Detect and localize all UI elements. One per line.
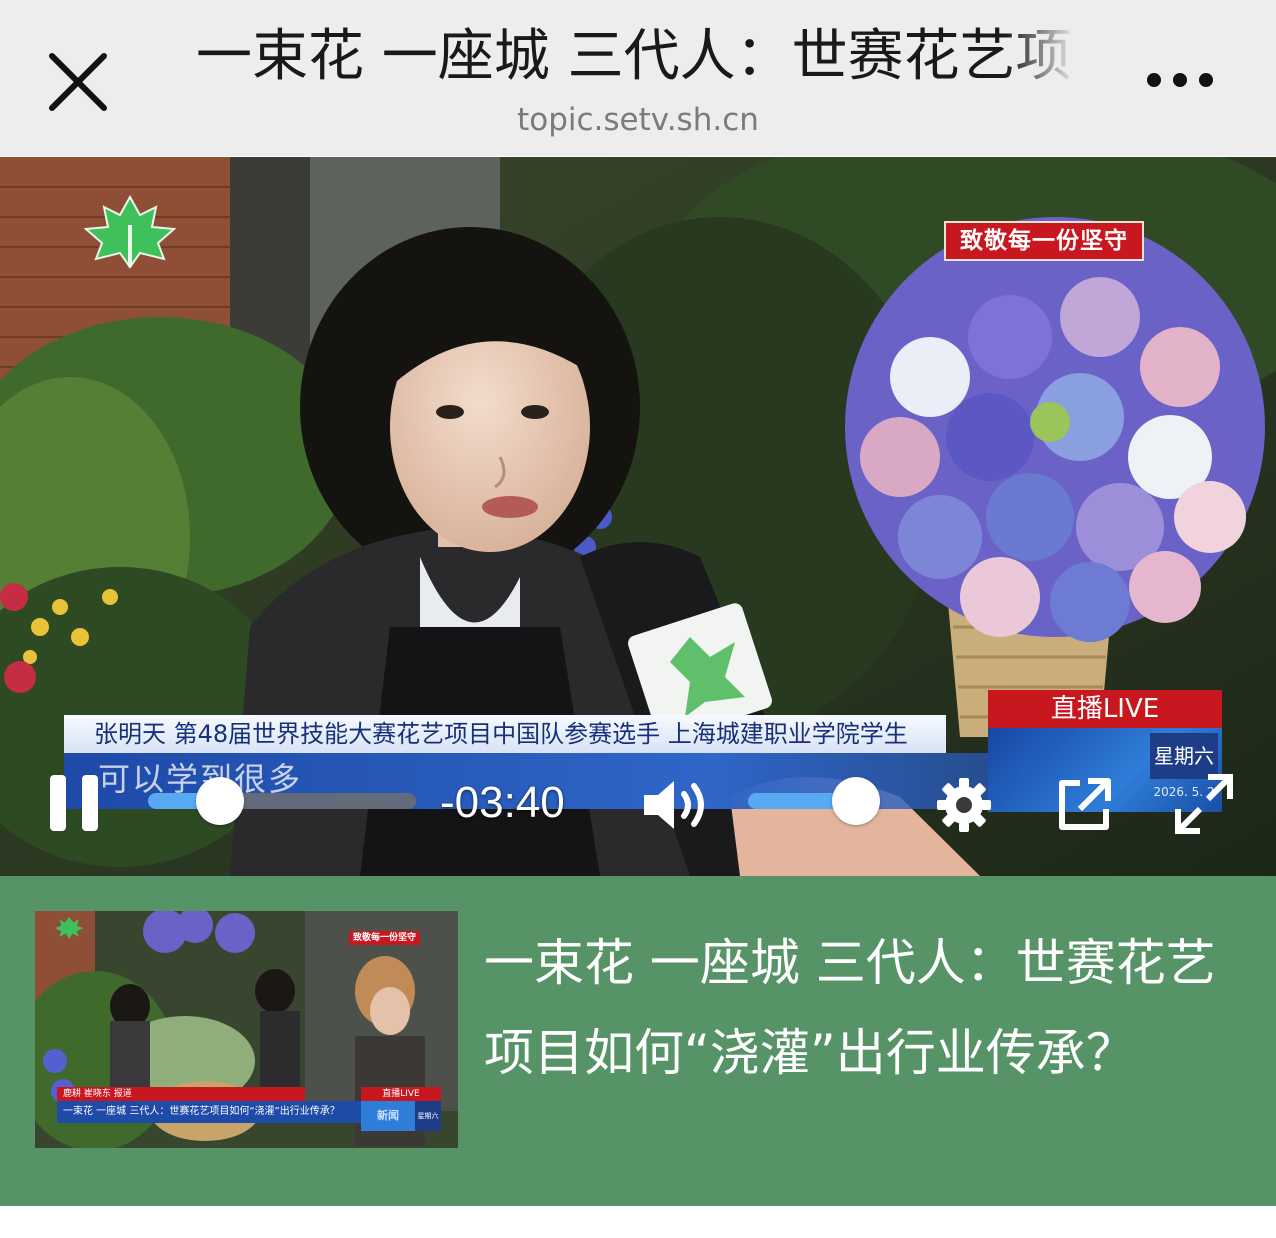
related-video-title[interactable]: 一束花 一座城 三代人：世赛花艺项目如何“浇灌”出行业传承？ xyxy=(484,918,1254,1098)
volume-slider[interactable] xyxy=(748,777,881,825)
live-badge: 直播LIVE xyxy=(988,690,1222,728)
maple-leaf-logo-icon xyxy=(83,194,177,269)
settings-button[interactable] xyxy=(934,775,994,835)
related-video-card[interactable]: 致敬每一份坚守 鹿耕 崔晓东 报道 一束花 一座城 三代人：世赛花艺项目如何“浇… xyxy=(0,876,1276,1206)
external-link-icon xyxy=(1059,778,1111,830)
page-title: 一束花 一座城 三代人：世赛花艺项目如何“浇灌”出行业传承？ xyxy=(196,24,1076,89)
progress-handle[interactable] xyxy=(196,777,245,825)
video-player[interactable]: 致敬每一份坚守 张明天 第48届世界技能大赛花艺项目中国队参赛选手 上海城建职业… xyxy=(0,157,1276,876)
more-button[interactable] xyxy=(1140,60,1220,100)
thumbnail-headline: 一束花 一座城 三代人：世赛花艺项目如何“浇灌”出行业传承？ xyxy=(57,1101,369,1123)
volume-button[interactable] xyxy=(640,777,710,833)
speaker-caption: 张明天 第48届世界技能大赛花艺项目中国队参赛选手 上海城建职业学院学生 xyxy=(64,715,946,753)
thumbnail-program-panel: 新闻 xyxy=(361,1101,415,1131)
volume-icon xyxy=(644,781,704,829)
progress-bar[interactable] xyxy=(148,777,416,825)
thumbnail-live-badge: 直播LIVE xyxy=(361,1087,441,1101)
tribute-banner: 致敬每一份坚守 xyxy=(944,221,1144,261)
volume-handle[interactable] xyxy=(832,777,881,825)
open-external-button[interactable] xyxy=(1054,775,1114,835)
thumbnail-weekday: 星期六 xyxy=(415,1101,441,1131)
fullscreen-button[interactable] xyxy=(1174,773,1234,835)
top-nav-bar: 一束花 一座城 三代人：世赛花艺项目如何“浇灌”出行业传承？ topic.set… xyxy=(0,0,1276,156)
more-dots-icon xyxy=(1147,73,1213,87)
pause-icon xyxy=(50,775,98,831)
page-url: topic.setv.sh.cn xyxy=(517,102,759,138)
settings-icon xyxy=(937,778,991,832)
thumbnail-reporters: 鹿耕 崔晓东 报道 xyxy=(57,1087,305,1101)
player-controls: -03:40 xyxy=(0,757,1276,847)
pause-button[interactable] xyxy=(48,773,102,833)
fullscreen-icon xyxy=(1175,774,1233,834)
related-video-thumbnail[interactable]: 致敬每一份坚守 鹿耕 崔晓东 报道 一束花 一座城 三代人：世赛花艺项目如何“浇… xyxy=(35,911,458,1148)
time-remaining: -03:40 xyxy=(440,778,565,827)
thumbnail-banner-tag: 致敬每一份坚守 xyxy=(349,931,421,945)
station-logo xyxy=(83,194,177,269)
